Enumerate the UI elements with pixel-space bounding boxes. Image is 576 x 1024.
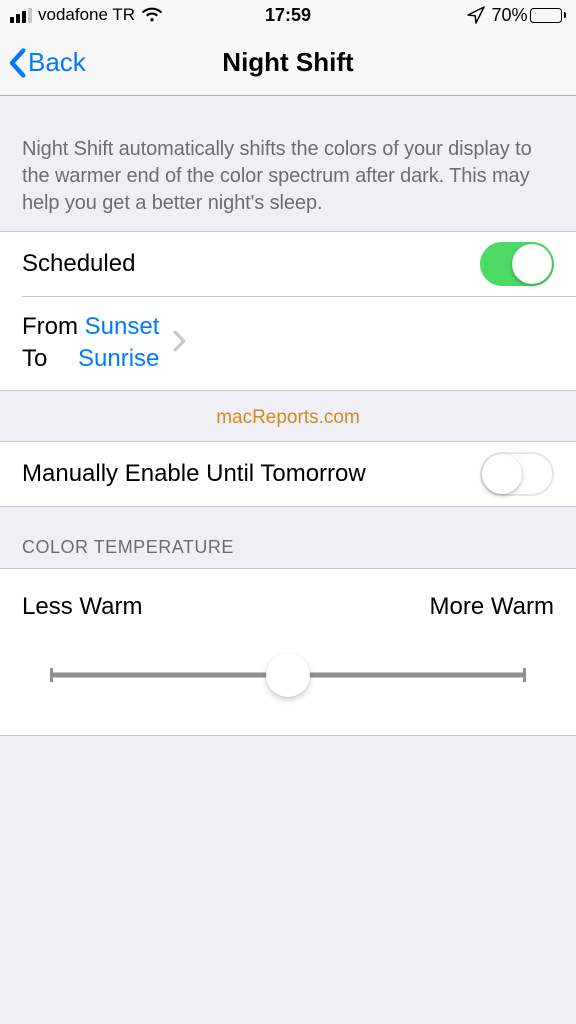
to-label: To	[22, 343, 78, 375]
wifi-icon	[141, 7, 163, 23]
page-title: Night Shift	[222, 47, 353, 78]
manual-enable-cell: Manually Enable Until Tomorrow	[0, 442, 576, 506]
back-button[interactable]: Back	[8, 47, 86, 78]
carrier-label: vodafone TR	[38, 5, 135, 25]
manual-enable-label: Manually Enable Until Tomorrow	[22, 460, 366, 488]
slider-thumb[interactable]	[266, 653, 310, 697]
status-left: vodafone TR	[10, 5, 163, 25]
chevron-right-icon	[173, 330, 186, 357]
less-warm-label: Less Warm	[22, 593, 142, 621]
status-bar: vodafone TR 17:59 70%	[0, 0, 576, 30]
nav-bar: Back Night Shift	[0, 30, 576, 96]
color-temperature-header: COLOR TEMPERATURE	[0, 507, 576, 568]
cellular-signal-icon	[10, 8, 32, 23]
scheduled-label: Scheduled	[22, 250, 135, 278]
manual-enable-toggle[interactable]	[480, 452, 554, 496]
scheduled-group: Scheduled From To Sunset Sunrise	[0, 231, 576, 391]
description-text: Night Shift automatically shifts the col…	[0, 96, 576, 231]
color-temperature-group: Less Warm More Warm	[0, 568, 576, 736]
scheduled-toggle[interactable]	[480, 242, 554, 286]
more-warm-label: More Warm	[430, 593, 554, 621]
battery-percent: 70%	[491, 5, 527, 26]
to-value: Sunrise	[78, 343, 159, 375]
from-value: Sunset	[78, 311, 159, 343]
chevron-left-icon	[8, 48, 26, 78]
from-label: From	[22, 311, 78, 343]
range-values: Sunset Sunrise	[78, 311, 159, 376]
color-temperature-slider[interactable]	[52, 653, 524, 697]
status-time: 17:59	[265, 5, 311, 26]
battery-indicator: 70%	[491, 5, 566, 26]
watermark-area: macReports.com	[0, 391, 576, 441]
slider-tick-right	[523, 668, 526, 682]
manual-group: Manually Enable Until Tomorrow	[0, 441, 576, 507]
range-key-labels: From To	[22, 311, 78, 376]
back-label: Back	[28, 47, 86, 78]
watermark-text: macReports.com	[216, 407, 360, 428]
slider-tick-left	[50, 668, 53, 682]
location-icon	[467, 6, 485, 24]
slider-labels: Less Warm More Warm	[22, 593, 554, 621]
battery-icon	[530, 8, 562, 23]
scheduled-cell: Scheduled	[0, 232, 576, 296]
status-right: 70%	[467, 5, 566, 26]
schedule-range-cell[interactable]: From To Sunset Sunrise	[0, 297, 576, 390]
